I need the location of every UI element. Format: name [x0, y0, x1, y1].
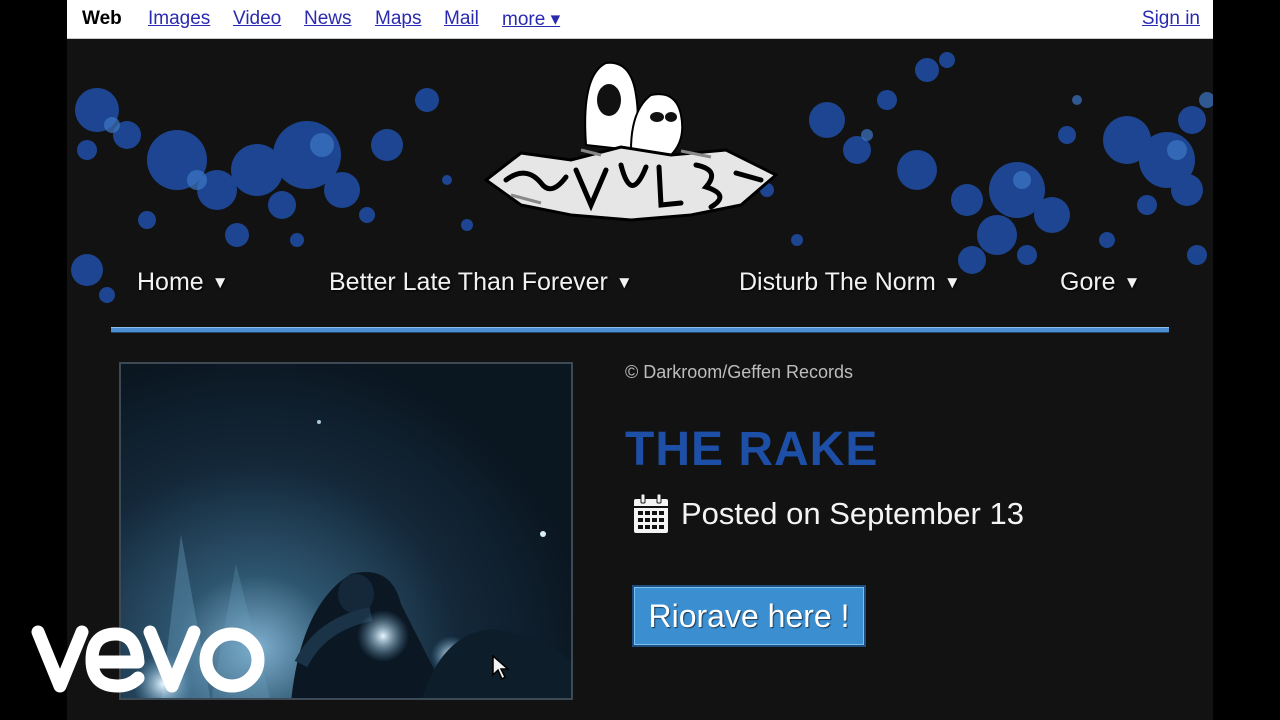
- main-menu: Home ▼ Better Late Than Forever ▼ Disturb …: [67, 268, 1213, 308]
- caret-down-icon: ▼: [1123, 273, 1141, 292]
- menu-item-better-late-than-forever[interactable]: Better Late Than Forever ▼: [329, 268, 633, 297]
- nav-link-images[interactable]: Images: [148, 8, 210, 30]
- menu-item-label: Disturb The Norm: [739, 268, 936, 296]
- menu-item-home[interactable]: Home ▼: [137, 268, 229, 297]
- vevo-text: vevo: [30, 622, 69, 626]
- sign-in-link[interactable]: Sign in: [1142, 8, 1200, 30]
- caret-down-icon: ▼: [615, 273, 633, 292]
- webpage: Web Images Video News Maps Mail more ▾ S…: [67, 0, 1213, 720]
- menu-item-gore[interactable]: Gore ▼: [1060, 268, 1140, 297]
- posted-text: Posted on September 13: [681, 496, 1024, 531]
- menu-item-disturb-the-norm[interactable]: Disturb The Norm ▼: [739, 268, 961, 297]
- top-nav-bar: Web Images Video News Maps Mail more ▾ S…: [67, 0, 1213, 39]
- caret-down-icon: ▼: [943, 273, 961, 292]
- post-date: Posted on September 13: [633, 492, 1024, 536]
- calendar-icon: [634, 494, 668, 533]
- vevo-watermark-logo: vevo: [30, 622, 265, 693]
- menu-item-label: Better Late Than Forever: [329, 268, 608, 296]
- copyright-notice: © Darkroom/Geffen Records: [625, 362, 854, 382]
- nav-link-video[interactable]: Video: [233, 8, 281, 30]
- menu-item-label: Home: [137, 268, 204, 296]
- graffiti-logo: [483, 61, 779, 222]
- menu-divider: [111, 327, 1169, 333]
- riorave-button[interactable]: Riorave here !: [632, 585, 866, 647]
- nav-link-more[interactable]: more ▾: [502, 8, 560, 31]
- nav-web-active: Web: [82, 8, 122, 29]
- nav-link-mail[interactable]: Mail: [444, 8, 479, 30]
- post-title: THE RAKE: [625, 423, 879, 476]
- caret-down-icon: ▼: [211, 273, 229, 292]
- nav-link-maps[interactable]: Maps: [375, 8, 421, 30]
- nav-link-news[interactable]: News: [304, 8, 352, 30]
- menu-item-label: Gore: [1060, 268, 1116, 296]
- mouse-cursor-icon: [492, 655, 510, 681]
